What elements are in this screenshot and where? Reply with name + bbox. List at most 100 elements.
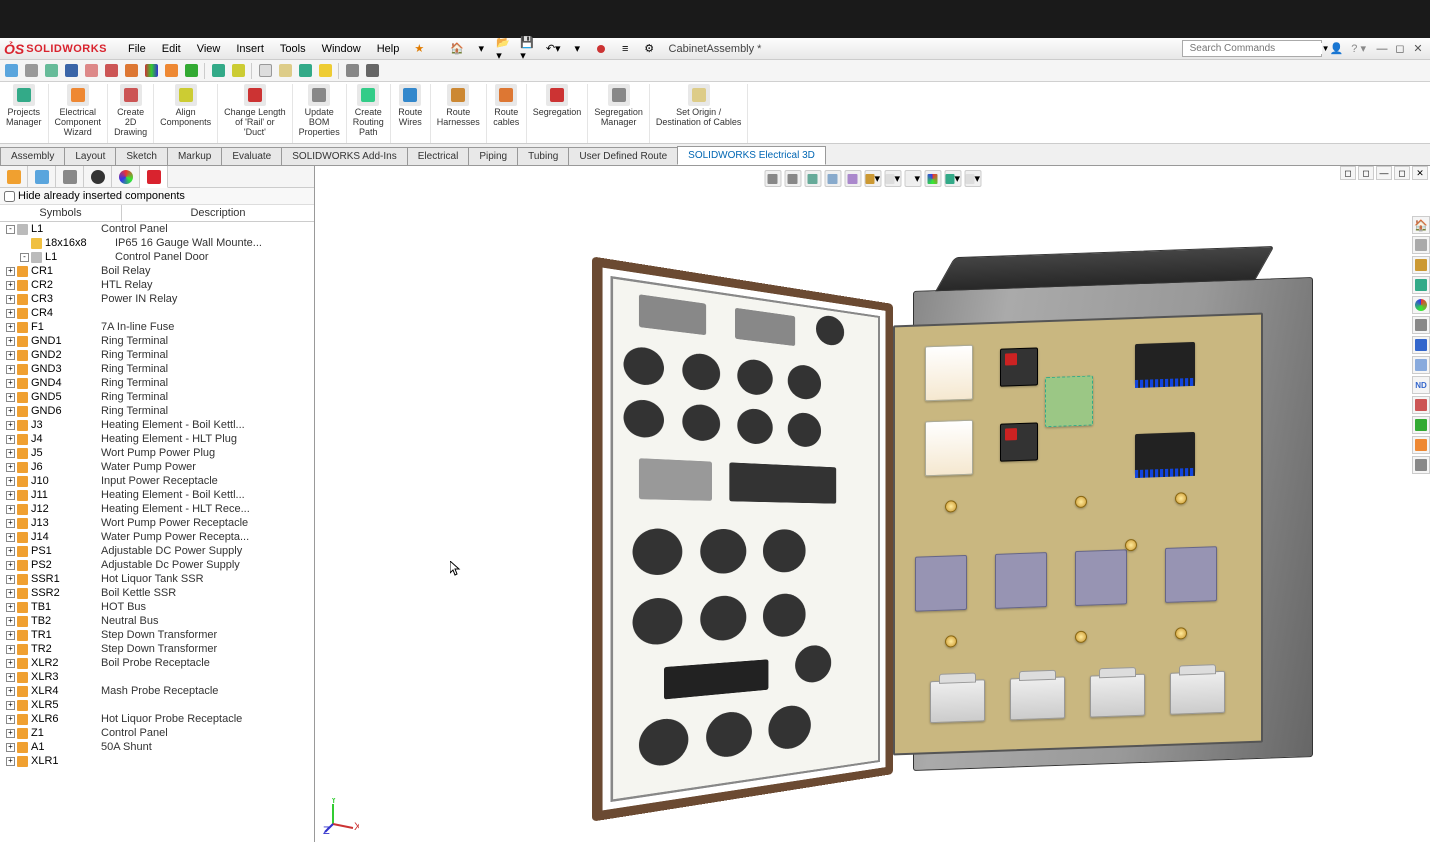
sidetab-3[interactable] [56, 166, 84, 188]
tree-row-GND2[interactable]: +GND2Ring Terminal [0, 348, 314, 362]
fly-7[interactable] [1412, 336, 1430, 354]
tree-row-J13[interactable]: +J13Wort Pump Power Receptacle [0, 516, 314, 530]
ribbon-route[interactable]: Route Harnesses [431, 84, 487, 143]
tree-row-XLR5[interactable]: +XLR5 [0, 698, 314, 712]
expand-icon[interactable]: + [6, 617, 15, 626]
vt-appearance-icon[interactable] [924, 170, 941, 187]
sidetab-5[interactable] [112, 166, 140, 188]
ribbon-create[interactable]: Create Routing Path [347, 84, 391, 143]
rebuild-icon[interactable] [592, 40, 610, 58]
expand-icon[interactable]: + [6, 351, 15, 360]
qa-btn-14[interactable] [276, 62, 294, 80]
qa-btn-10[interactable] [182, 62, 200, 80]
terminal-TB2[interactable] [1135, 432, 1195, 474]
tree-row-CR1[interactable]: +CR1Boil Relay [0, 264, 314, 278]
star-icon[interactable]: ★ [414, 42, 424, 55]
expand-icon[interactable]: + [6, 589, 15, 598]
tab-user-defined-route[interactable]: User Defined Route [568, 147, 678, 165]
tree-row-CR2[interactable]: +CR2HTL Relay [0, 278, 314, 292]
fly-12[interactable] [1412, 436, 1430, 454]
trans-3[interactable] [1090, 674, 1145, 718]
expand-icon[interactable]: - [20, 253, 29, 262]
menu-help[interactable]: Help [370, 41, 407, 57]
qa-btn-9[interactable] [162, 62, 180, 80]
tree-row-J6[interactable]: +J6Water Pump Power [0, 460, 314, 474]
home-icon[interactable]: 🏠 [448, 40, 466, 58]
tree-row-XLR6[interactable]: +XLR6Hot Liquor Probe Receptacle [0, 712, 314, 726]
tree-row-TR1[interactable]: +TR1Step Down Transformer [0, 628, 314, 642]
qa-btn-18[interactable] [363, 62, 381, 80]
fly-11[interactable] [1412, 416, 1430, 434]
expand-icon[interactable]: + [6, 673, 15, 682]
tree-row-PS1[interactable]: +PS1Adjustable DC Power Supply [0, 544, 314, 558]
settings-icon[interactable]: ⚙ [640, 40, 658, 58]
qa-btn-13[interactable] [256, 62, 274, 80]
tree-row-XLR3[interactable]: +XLR3 [0, 670, 314, 684]
tree-row-J11[interactable]: +J11Heating Element - Boil Kettl... [0, 488, 314, 502]
tab-tubing[interactable]: Tubing [517, 147, 569, 165]
maximize-button[interactable]: ◻ [1392, 42, 1408, 56]
undo-icon[interactable]: ↶▾ [544, 40, 562, 58]
vp-min[interactable]: — [1376, 166, 1392, 180]
expand-icon[interactable]: + [6, 757, 15, 766]
tree-row-XLR1[interactable]: +XLR1 [0, 754, 314, 768]
fly-9[interactable]: ND [1412, 376, 1430, 394]
trans-TR2[interactable] [1010, 676, 1065, 720]
relay-CR3[interactable] [1000, 347, 1038, 386]
vp-close[interactable]: ✕ [1412, 166, 1428, 180]
terminal-TB1[interactable] [1135, 342, 1195, 384]
ribbon-route[interactable]: Route cables [487, 84, 527, 143]
vp-btn2[interactable]: ◻ [1358, 166, 1374, 180]
expand-icon[interactable]: + [6, 743, 15, 752]
menu-insert[interactable]: Insert [229, 41, 271, 57]
tab-layout[interactable]: Layout [64, 147, 116, 165]
expand-icon[interactable]: + [6, 631, 15, 640]
tree-row-GND5[interactable]: +GND5Ring Terminal [0, 390, 314, 404]
vp-btn1[interactable]: ◻ [1340, 166, 1356, 180]
tree-row-XLR4[interactable]: +XLR4Mash Probe Receptacle [0, 684, 314, 698]
menu-tools[interactable]: Tools [273, 41, 313, 57]
expand-icon[interactable]: + [6, 295, 15, 304]
fly-3[interactable] [1412, 256, 1430, 274]
ribbon-set-origin-[interactable]: Set Origin / Destination of Cables [650, 84, 749, 143]
tree-row-18x16x8[interactable]: 18x16x8IP65 16 Gauge Wall Mounte... [0, 236, 314, 250]
tab-solidworks-electrical-3d[interactable]: SOLIDWORKS Electrical 3D [677, 146, 826, 165]
ribbon-create[interactable]: Create 2D Drawing [108, 84, 154, 143]
ribbon-change-length[interactable]: Change Length of 'Rail' or 'Duct' [218, 84, 293, 143]
trans-TR1[interactable] [930, 679, 985, 723]
new-doc-icon[interactable]: ▾ [472, 40, 490, 58]
ssr-3[interactable] [1075, 549, 1127, 606]
qa-btn-2[interactable] [22, 62, 40, 80]
vt-decal-icon[interactable]: ▾ [944, 170, 961, 187]
expand-icon[interactable]: + [6, 477, 15, 486]
vt-render-icon[interactable]: ▾ [964, 170, 981, 187]
expand-icon[interactable]: + [6, 281, 15, 290]
ribbon-projects[interactable]: Projects Manager [0, 84, 49, 143]
tree-row-CR3[interactable]: +CR3Power IN Relay [0, 292, 314, 306]
vt-section-icon[interactable] [824, 170, 841, 187]
expand-icon[interactable]: + [6, 337, 15, 346]
qa-btn-5[interactable] [82, 62, 100, 80]
tree-row-SSR1[interactable]: +SSR1Hot Liquor Tank SSR [0, 572, 314, 586]
qa-btn-7[interactable] [122, 62, 140, 80]
tab-solidworks-add-ins[interactable]: SOLIDWORKS Add-Ins [281, 147, 407, 165]
fly-2[interactable] [1412, 236, 1430, 254]
sidetab-4[interactable] [84, 166, 112, 188]
relay-CR1[interactable] [925, 345, 973, 402]
close-button[interactable]: ✕ [1410, 42, 1426, 56]
tree-row-L1[interactable]: -L1Control Panel [0, 222, 314, 236]
expand-icon[interactable]: + [6, 463, 15, 472]
tree-row-GND3[interactable]: +GND3Ring Terminal [0, 362, 314, 376]
tree-row-F1[interactable]: +F17A In-line Fuse [0, 320, 314, 334]
ssr-2[interactable] [995, 552, 1047, 609]
open-icon[interactable]: 📂▾ [496, 40, 514, 58]
fly-6[interactable] [1412, 316, 1430, 334]
qa-btn-15[interactable] [296, 62, 314, 80]
tree-row-A1[interactable]: +A150A Shunt [0, 740, 314, 754]
expand-icon[interactable]: + [6, 435, 15, 444]
tree-row-SSR2[interactable]: +SSR2Boil Kettle SSR [0, 586, 314, 600]
minimize-button[interactable]: — [1374, 42, 1390, 56]
expand-icon[interactable]: - [6, 225, 15, 234]
search-box[interactable]: ▼ [1182, 40, 1322, 57]
tree-row-J5[interactable]: +J5Wort Pump Power Plug [0, 446, 314, 460]
